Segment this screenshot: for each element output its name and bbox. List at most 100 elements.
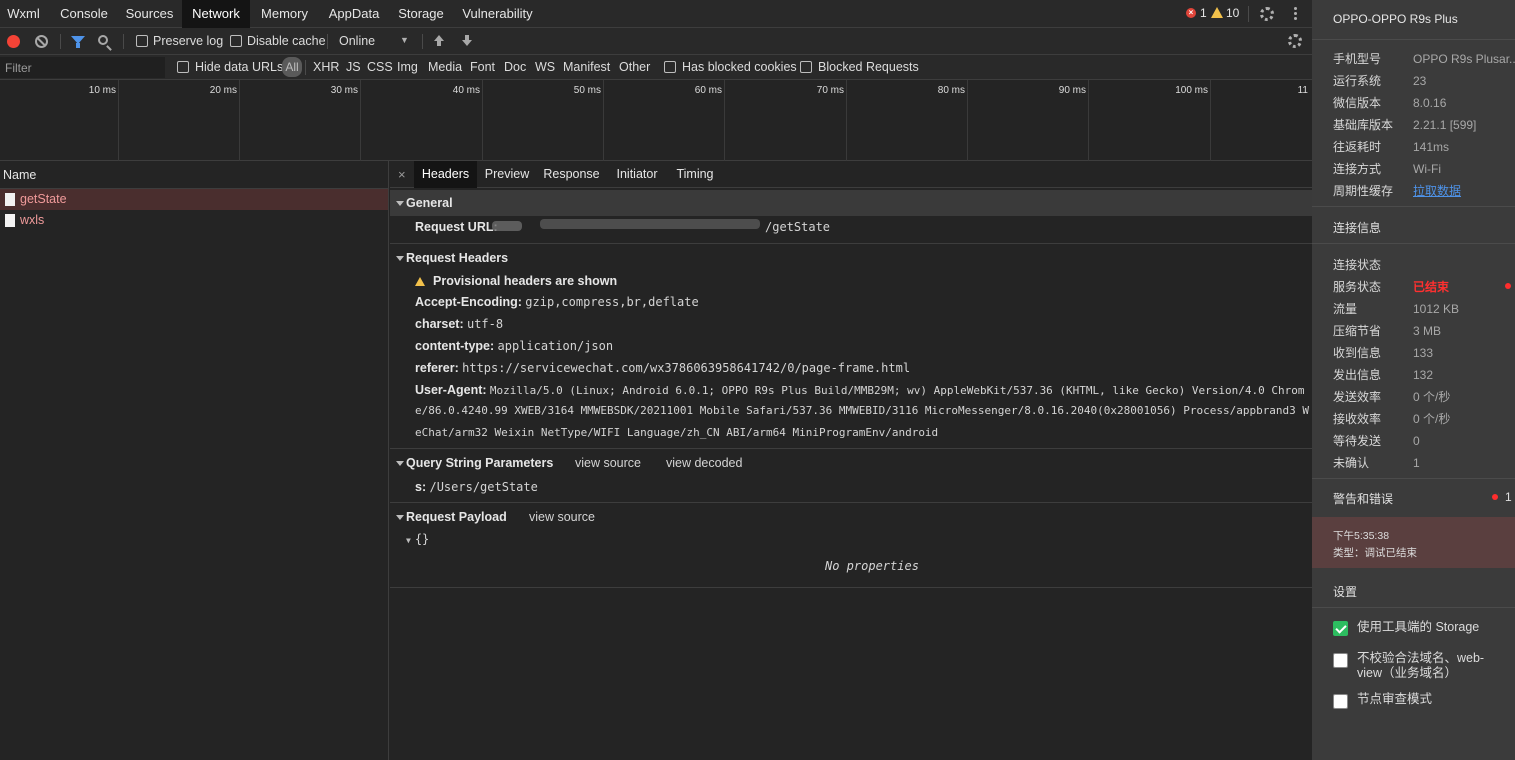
hide-data-urls-checkbox[interactable] bbox=[177, 61, 189, 73]
timeline-gridline bbox=[967, 80, 968, 161]
fetch-data-link[interactable]: 拉取数据 bbox=[1413, 184, 1461, 198]
filter-font[interactable]: Font bbox=[470, 60, 495, 74]
error-icon[interactable]: × bbox=[1186, 8, 1196, 18]
record-button[interactable] bbox=[7, 35, 20, 48]
divider bbox=[422, 34, 423, 49]
payload-view-source-link[interactable]: view source bbox=[529, 504, 595, 530]
filter-all-button[interactable]: All bbox=[282, 57, 302, 77]
request-row[interactable]: getState bbox=[0, 189, 388, 210]
tab-appdata[interactable]: AppData bbox=[321, 0, 387, 28]
blocked-requests-checkbox[interactable] bbox=[800, 61, 812, 73]
filter-xhr[interactable]: XHR bbox=[313, 60, 339, 74]
filter-js[interactable]: JS bbox=[346, 60, 361, 74]
tab-timing[interactable]: Timing bbox=[670, 161, 720, 188]
settings-gear-icon[interactable] bbox=[1260, 7, 1274, 21]
request-headers-toggle[interactable]: Request Headers bbox=[390, 245, 1312, 271]
tab-storage[interactable]: Storage bbox=[393, 0, 449, 28]
warnings-count: 1 bbox=[1505, 490, 1512, 504]
node-inspect-label[interactable]: 节点审查模式 bbox=[1357, 692, 1507, 707]
log-entry[interactable]: 下午5:35:38 类型：调试已结束 bbox=[1312, 517, 1515, 568]
request-details: × Headers Preview Response Initiator Tim… bbox=[390, 161, 1312, 760]
tab-preview[interactable]: Preview bbox=[479, 161, 535, 188]
view-source-link[interactable]: view source bbox=[575, 450, 641, 476]
header-row: charset: utf-8 bbox=[415, 317, 504, 331]
use-tool-storage-checkbox[interactable] bbox=[1333, 621, 1348, 636]
hide-data-urls-label[interactable]: Hide data URLs bbox=[195, 60, 283, 74]
blocked-requests-label[interactable]: Blocked Requests bbox=[818, 60, 919, 74]
network-settings-gear-icon[interactable] bbox=[1288, 34, 1302, 48]
query-string-toggle[interactable]: Query String Parameters view source view… bbox=[390, 450, 1312, 476]
info-row-os: 运行系统 23 bbox=[1333, 74, 1427, 88]
warning-count[interactable]: 10 bbox=[1226, 6, 1239, 20]
tab-vulnerability[interactable]: Vulnerability bbox=[456, 0, 539, 28]
warning-icon[interactable] bbox=[1211, 7, 1223, 18]
tab-response[interactable]: Response bbox=[539, 161, 604, 188]
device-title: OPPO-OPPO R9s Plus bbox=[1333, 12, 1458, 26]
import-har-icon[interactable] bbox=[433, 35, 445, 47]
header-row: User-Agent: Mozilla/5.0 (Linux; Android … bbox=[415, 383, 1305, 397]
filter-funnel-icon[interactable] bbox=[71, 36, 85, 48]
throttling-select[interactable]: Online bbox=[339, 34, 375, 48]
close-icon[interactable]: × bbox=[398, 167, 406, 182]
timeline-gridline bbox=[239, 80, 240, 161]
conn-row-received: 收到信息 133 bbox=[1333, 346, 1434, 360]
no-properties-text: No properties bbox=[825, 559, 919, 573]
query-param-row: s: /Users/getState bbox=[415, 480, 538, 494]
tab-network[interactable]: Network bbox=[182, 0, 250, 28]
header-row: content-type: application/json bbox=[415, 339, 614, 353]
tab-memory[interactable]: Memory bbox=[253, 0, 316, 28]
request-row[interactable]: wxls bbox=[0, 210, 388, 231]
timeline-overview[interactable]: 10 ms 20 ms 30 ms 40 ms 50 ms 60 ms 70 m… bbox=[0, 80, 1312, 161]
disable-cache-label[interactable]: Disable cache bbox=[247, 34, 326, 48]
status-dot-icon bbox=[1505, 283, 1511, 289]
timeline-tick-label: 60 ms bbox=[694, 85, 722, 96]
request-payload-toggle[interactable]: Request Payload view source bbox=[390, 504, 1312, 530]
request-payload-title: Request Payload bbox=[406, 510, 507, 524]
network-toolbar: Preserve log Disable cache Online ▼ bbox=[0, 28, 1312, 55]
tab-headers[interactable]: Headers bbox=[414, 161, 477, 188]
request-url-value[interactable]: /getState bbox=[765, 216, 830, 238]
info-row-wechat-version: 微信版本 8.0.16 bbox=[1333, 96, 1447, 110]
error-count[interactable]: 1 bbox=[1200, 6, 1207, 20]
request-name: getState bbox=[20, 192, 67, 206]
filter-input[interactable] bbox=[0, 57, 165, 78]
preserve-log-label[interactable]: Preserve log bbox=[153, 34, 223, 48]
tab-wxml[interactable]: Wxml bbox=[0, 0, 47, 28]
search-icon[interactable] bbox=[98, 35, 108, 45]
node-inspect-checkbox[interactable] bbox=[1333, 694, 1348, 709]
clear-icon[interactable] bbox=[35, 35, 48, 48]
filter-media[interactable]: Media bbox=[428, 60, 462, 74]
has-blocked-cookies-checkbox[interactable] bbox=[664, 61, 676, 73]
tab-initiator[interactable]: Initiator bbox=[609, 161, 665, 188]
general-section-toggle[interactable]: General bbox=[390, 190, 1312, 216]
divider bbox=[60, 34, 61, 49]
filter-ws[interactable]: WS bbox=[535, 60, 555, 74]
use-tool-storage-label[interactable]: 使用工具端的 Storage bbox=[1357, 620, 1507, 635]
filter-manifest[interactable]: Manifest bbox=[563, 60, 610, 74]
skip-domain-check-checkbox[interactable] bbox=[1333, 653, 1348, 668]
conn-row-recv-rate: 接收效率 0 个/秒 bbox=[1333, 412, 1451, 426]
timeline-gridline bbox=[118, 80, 119, 161]
filter-doc[interactable]: Doc bbox=[504, 60, 526, 74]
skip-domain-check-label[interactable]: 不校验合法域名、web-view（业务域名） bbox=[1357, 651, 1507, 681]
expand-triangle-icon: ▼ bbox=[406, 536, 411, 545]
preserve-log-checkbox[interactable] bbox=[136, 35, 148, 47]
view-decoded-link[interactable]: view decoded bbox=[666, 450, 742, 476]
timeline-tick-label: 11 bbox=[1297, 85, 1308, 96]
payload-tree-root[interactable]: ▼{} bbox=[406, 528, 429, 552]
tab-console[interactable]: Console bbox=[52, 0, 116, 28]
has-blocked-cookies-label[interactable]: Has blocked cookies bbox=[682, 60, 797, 74]
filter-css[interactable]: CSS bbox=[367, 60, 393, 74]
warnings-section-title[interactable]: 警告和错误 bbox=[1333, 490, 1393, 507]
filter-other[interactable]: Other bbox=[619, 60, 650, 74]
name-column-header[interactable]: Name bbox=[0, 161, 388, 189]
chevron-down-icon[interactable]: ▼ bbox=[400, 35, 409, 45]
tab-sources[interactable]: Sources bbox=[120, 0, 179, 28]
more-menu-icon[interactable] bbox=[1294, 7, 1297, 21]
disable-cache-checkbox[interactable] bbox=[230, 35, 242, 47]
export-har-icon[interactable] bbox=[461, 35, 473, 47]
divider bbox=[1248, 6, 1249, 22]
info-row-rtt: 往返耗时 141ms bbox=[1333, 140, 1450, 154]
conn-row-pending: 等待发送 0 bbox=[1333, 434, 1420, 448]
filter-img[interactable]: Img bbox=[397, 60, 418, 74]
